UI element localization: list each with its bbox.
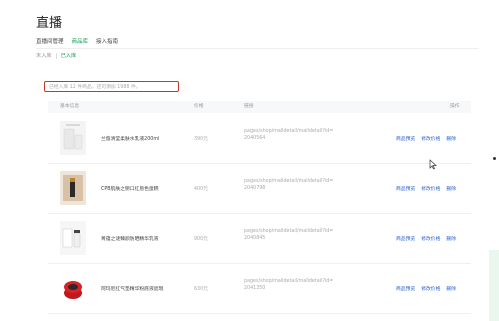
delete-button[interactable]: 删除 [446,235,456,242]
product-link: pages/shop/malldetail/malldetail?id=2040… [244,179,334,191]
row-actions: 商品预览 修改价格 删除 [396,285,456,292]
sub-tabs: 未入库 已入库 [36,52,76,59]
column-header-basic-info: 基本信息 [60,104,80,109]
nav-divider [36,48,479,49]
table-header: 基本信息 价格 链接 操作 [48,101,471,113]
product-image [60,171,86,205]
table-row: CPB肌肤之钥口红唇色蛋糕 400元 pages/shop/malldetail… [48,164,471,214]
preview-button[interactable]: 商品预览 [396,285,415,292]
table-row: 兰蔻清莹柔肤水乳液200ml 390元 pages/shop/malldetai… [48,114,471,164]
product-link: pages/shop/malldetail/malldetail?id=2041… [244,279,334,291]
page-title: 直播 [36,16,63,31]
product-price: 630元 [194,287,208,292]
product-name: CPB肌肤之钥口红唇色蛋糕 [101,187,159,192]
delete-button[interactable]: 删除 [446,135,456,142]
product-panel: 已经入库 12 件商品，还可添加 1988 件。 基本信息 价格 链接 操作 兰… [36,70,481,321]
subtab-not-stocked[interactable]: 未入库 [36,52,52,59]
stock-notice: 已经入库 12 件商品，还可添加 1988 件。 [44,81,179,92]
product-image [60,221,86,255]
product-price: 900元 [194,237,208,242]
edit-price-button[interactable]: 修改价格 [421,235,440,242]
subtab-divider [55,52,57,59]
edit-price-button[interactable]: 修改价格 [421,135,440,142]
side-decoration [489,250,499,321]
preview-button[interactable]: 商品预览 [396,135,415,142]
product-price: 400元 [194,187,208,192]
delete-button[interactable]: 删除 [446,185,456,192]
preview-button[interactable]: 商品预览 [396,235,415,242]
product-name: 菁蕴之谜臻颜防晒精华乳液 [101,237,159,242]
product-name: 兰蔻清莹柔肤水乳液200ml [101,137,160,142]
product-link: pages/shop/malldetail/malldetail?id=2040… [244,129,334,141]
delete-button[interactable]: 删除 [446,285,456,292]
product-price: 390元 [194,137,208,142]
product-link: pages/shop/malldetail/malldetail?id=2040… [244,229,334,241]
row-actions: 商品预览 修改价格 删除 [396,135,456,142]
row-actions: 商品预览 修改价格 删除 [396,185,456,192]
row-actions: 商品预览 修改价格 删除 [396,235,456,242]
column-header-price: 价格 [194,104,204,109]
column-header-link: 链接 [244,104,254,109]
edit-price-button[interactable]: 修改价格 [421,285,440,292]
subtab-stocked[interactable]: 已入库 [61,52,77,59]
dot-marker [493,157,496,160]
mouse-cursor-icon [429,155,437,174]
table-row: 菁蕴之谜臻颜防晒精华乳液 900元 pages/shop/malldetail/… [48,214,471,264]
table-row: 阿玛尼红气垫精华粉底液遮瑕 630元 pages/shop/malldetail… [48,264,471,314]
product-image [60,271,86,305]
edit-price-button[interactable]: 修改价格 [421,185,440,192]
column-header-actions: 操作 [450,104,460,109]
product-name: 阿玛尼红气垫精华粉底液遮瑕 [101,287,164,292]
preview-button[interactable]: 商品预览 [396,185,415,192]
product-image [60,121,86,155]
